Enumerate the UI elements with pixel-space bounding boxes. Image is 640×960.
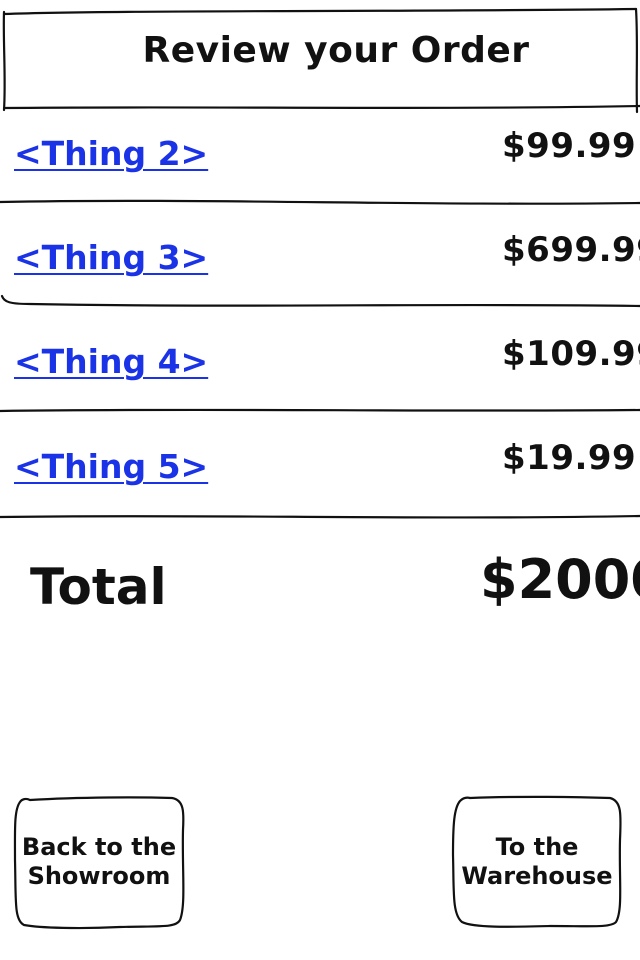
order-item-link-thing-4[interactable]: <Thing 4> bbox=[14, 342, 208, 381]
order-item-price-thing-5: $19.99 bbox=[502, 438, 637, 478]
back-to-showroom-button[interactable]: Back to the Showroom bbox=[14, 797, 184, 927]
total-label: Total bbox=[30, 558, 167, 616]
total-value: $2000 bbox=[480, 548, 640, 611]
order-item-link-thing-5[interactable]: <Thing 5> bbox=[14, 447, 208, 486]
order-item-link-thing-2[interactable]: <Thing 2> bbox=[14, 134, 208, 173]
order-item-price-thing-4: $109.99 bbox=[502, 334, 640, 374]
order-item-price-thing-2: $99.99 bbox=[502, 126, 637, 166]
order-item-link-thing-3[interactable]: <Thing 3> bbox=[14, 238, 208, 277]
back-to-showroom-label: Back to the Showroom bbox=[21, 833, 177, 890]
order-item-price-thing-3: $699.99 bbox=[502, 230, 640, 270]
page-title: Review your Order bbox=[142, 30, 530, 71]
to-warehouse-button[interactable]: To the Warehouse bbox=[452, 797, 622, 927]
to-warehouse-label: To the Warehouse bbox=[461, 833, 613, 890]
